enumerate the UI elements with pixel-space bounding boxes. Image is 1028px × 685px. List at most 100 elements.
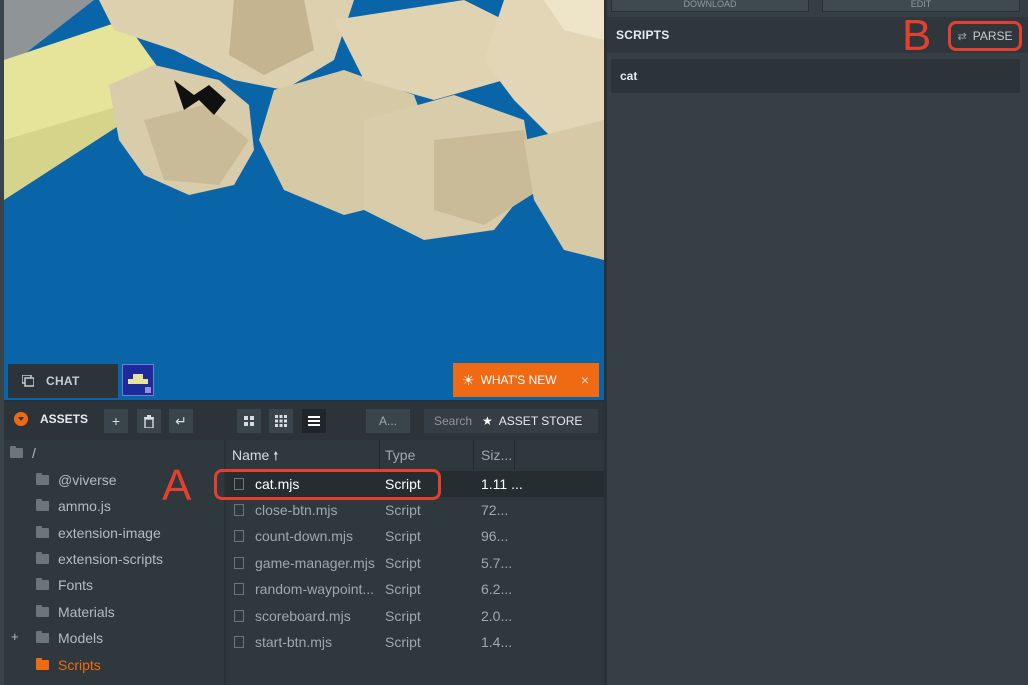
file-icon bbox=[234, 530, 244, 542]
file-size: 5.7... bbox=[481, 555, 513, 571]
file-icon bbox=[234, 610, 244, 622]
file-icon bbox=[234, 636, 244, 648]
script-item[interactable]: cat bbox=[611, 59, 1020, 93]
file-type: Script bbox=[385, 555, 421, 571]
sort-up-icon: 🠕 bbox=[273, 449, 279, 463]
tree-item-label: extension-scripts bbox=[58, 551, 164, 567]
chat-icon bbox=[21, 374, 35, 387]
download-button[interactable]: DOWNLOAD bbox=[611, 0, 809, 12]
folder-icon bbox=[36, 631, 49, 643]
tree-item-label: @viverse bbox=[58, 472, 117, 488]
reimport-button[interactable]: ↵ bbox=[169, 409, 193, 433]
whats-new-label: WHAT'S NEW bbox=[480, 373, 557, 387]
tree-item-scripts[interactable]: Scripts bbox=[36, 657, 101, 673]
whats-new-banner[interactable]: ☀ WHAT'S NEW × bbox=[453, 363, 599, 397]
tree-item-viverse[interactable]: @viverse bbox=[36, 472, 117, 488]
tree-root[interactable]: / bbox=[10, 445, 36, 461]
file-icon bbox=[234, 557, 244, 569]
tree-item-label: Scripts bbox=[58, 657, 101, 673]
folder-icon bbox=[36, 499, 49, 511]
table-row[interactable]: close-btn.mjs Script 72... bbox=[226, 497, 604, 523]
asset-search[interactable]: Search ★ ASSET STORE bbox=[424, 409, 598, 433]
right-panel bbox=[607, 0, 1028, 685]
folder-icon bbox=[36, 658, 49, 670]
file-name: random-waypoint... bbox=[255, 581, 375, 597]
delete-asset-button[interactable] bbox=[137, 409, 161, 433]
column-divider bbox=[379, 440, 380, 470]
scene-render bbox=[4, 0, 604, 400]
tree-item-fonts[interactable]: Fonts bbox=[36, 577, 93, 593]
parse-button[interactable]: ⇄ PARSE bbox=[948, 21, 1022, 51]
tree-item-extension-scripts[interactable]: extension-scripts bbox=[36, 551, 163, 567]
chat-button[interactable]: CHAT bbox=[8, 364, 118, 398]
selection-highlight bbox=[214, 469, 441, 500]
tree-item-materials[interactable]: Materials bbox=[36, 604, 115, 620]
list-icon bbox=[308, 416, 320, 426]
asset-store-button[interactable]: ASSET STORE bbox=[499, 414, 583, 428]
column-divider bbox=[473, 440, 474, 470]
avatar[interactable] bbox=[122, 364, 154, 396]
table-row[interactable]: game-manager.mjs Script 5.7... bbox=[226, 550, 604, 576]
column-size-header[interactable]: Siz... bbox=[481, 447, 512, 463]
sun-icon: ☀ bbox=[462, 371, 475, 388]
grid-large-icon bbox=[244, 416, 254, 426]
file-icon bbox=[234, 504, 244, 516]
tree-item-extension-image[interactable]: extension-image bbox=[36, 525, 161, 541]
file-size: 1.11 ... bbox=[481, 476, 523, 492]
plus-icon: + bbox=[111, 413, 121, 429]
folder-icon bbox=[36, 552, 49, 564]
script-item-label: cat bbox=[620, 69, 638, 83]
file-size: 6.2... bbox=[481, 581, 513, 597]
folder-icon bbox=[36, 526, 49, 538]
file-type: Script bbox=[385, 634, 421, 650]
file-type: Script bbox=[385, 528, 421, 544]
file-size: 2.0... bbox=[481, 608, 513, 624]
parse-label: PARSE bbox=[972, 29, 1013, 43]
tree-item-label: Fonts bbox=[58, 577, 94, 593]
folder-icon bbox=[36, 605, 49, 617]
table-row[interactable]: scoreboard.mjs Script 2.0... bbox=[226, 603, 604, 629]
list-view-button[interactable] bbox=[302, 409, 326, 433]
search-placeholder: Search bbox=[434, 414, 473, 428]
column-divider bbox=[514, 440, 515, 470]
file-size: 1.4... bbox=[481, 634, 513, 650]
expand-icon[interactable]: + bbox=[11, 629, 19, 644]
collapse-icon[interactable] bbox=[14, 412, 28, 426]
type-filter-dropdown[interactable]: A... bbox=[366, 409, 410, 433]
close-icon[interactable]: × bbox=[581, 372, 589, 388]
column-type-header[interactable]: Type bbox=[385, 447, 415, 463]
tree-root-label: / bbox=[32, 445, 36, 461]
large-grid-view-button[interactable] bbox=[237, 409, 261, 433]
assets-title: ASSETS bbox=[40, 412, 89, 426]
file-name: count-down.mjs bbox=[255, 528, 354, 544]
scripts-title: SCRIPTS bbox=[616, 28, 670, 42]
annotation-b: B bbox=[902, 11, 932, 60]
annotation-a: A bbox=[162, 461, 192, 510]
add-asset-button[interactable]: + bbox=[104, 409, 128, 433]
file-name: close-btn.mjs bbox=[255, 502, 338, 518]
file-name: start-btn.mjs bbox=[255, 634, 333, 650]
tree-item-models[interactable]: Models bbox=[36, 630, 103, 646]
file-type: Script bbox=[385, 608, 421, 624]
grid-small-icon bbox=[275, 415, 287, 427]
trash-icon bbox=[144, 414, 154, 428]
scene-viewport[interactable] bbox=[4, 0, 604, 400]
tree-item-label: Materials bbox=[58, 604, 115, 620]
folder-icon bbox=[36, 578, 49, 590]
tree-item-label: extension-image bbox=[58, 525, 161, 541]
tree-item-ammo[interactable]: ammo.js bbox=[36, 498, 111, 514]
table-row[interactable]: start-btn.mjs Script 1.4... bbox=[226, 629, 604, 655]
star-icon: ★ bbox=[482, 414, 493, 428]
column-name-header[interactable]: Name 🠕 bbox=[232, 447, 278, 468]
tree-item-label: ammo.js bbox=[58, 498, 111, 514]
table-row[interactable]: count-down.mjs Script 96... bbox=[226, 523, 604, 549]
table-row[interactable]: random-waypoint... Script 6.2... bbox=[226, 576, 604, 602]
file-name: scoreboard.mjs bbox=[255, 608, 351, 624]
file-size: 96... bbox=[481, 528, 509, 544]
file-type: Script bbox=[385, 502, 421, 518]
small-grid-view-button[interactable] bbox=[269, 409, 293, 433]
return-icon: ↵ bbox=[175, 412, 187, 429]
column-name-label: Name bbox=[232, 447, 270, 463]
assets-header[interactable]: ASSETS bbox=[14, 412, 88, 426]
file-icon bbox=[234, 583, 244, 595]
